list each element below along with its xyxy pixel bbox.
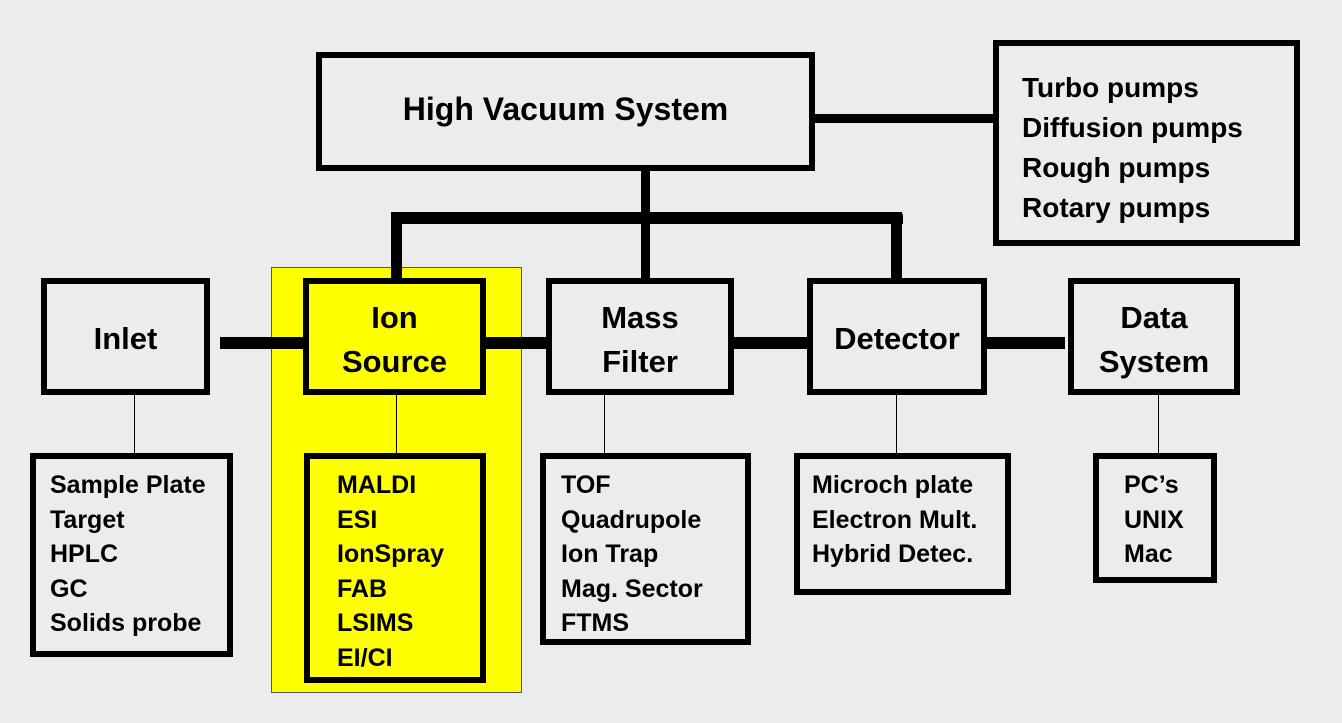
detector-list: Microch plate Electron Mult. Hybrid Dete… [812,468,977,572]
ion-source-to-list-connector [396,394,397,456]
detector-item: Hybrid Detec. [812,540,974,568]
mass-filter-list: TOF Quadrupole Ion Trap Mag. Sector FTMS [561,468,703,641]
vacuum-bus-connector [391,212,903,224]
mass-filter-box: Mass Filter [546,278,734,395]
ion-source-list: MALDI ESI IonSpray FAB LSIMS EI/CI [337,468,444,675]
vacuum-to-detector-connector [891,212,902,282]
pump-item: Rotary pumps [1022,192,1211,223]
ion-source-label-line2: Source [341,344,448,379]
mass-filter-item: FTMS [561,609,630,637]
data-system-item: UNIX [1124,505,1184,534]
vacuum-to-ion-source-connector [391,212,402,282]
high-vacuum-system-box: High Vacuum System [316,52,815,171]
inlet-list-box: Sample Plate Target HPLC GC Solids probe [30,453,233,657]
pump-item: Diffusion pumps [1022,112,1243,143]
detector-box: Detector [807,278,987,395]
inlet-label: Inlet [93,321,158,356]
ion-source-item: EI/CI [337,643,393,672]
pump-item: Turbo pumps [1022,72,1199,103]
ion-source-item: IonSpray [337,540,444,568]
mass-filter-list-box: TOF Quadrupole Ion Trap Mag. Sector FTMS [540,453,751,645]
ion-source-label-line1: Ion [371,300,418,335]
data-system-item: Mac [1124,540,1173,568]
detector-to-list-connector [896,394,897,456]
data-system-list-box: PC’s UNIX Mac [1093,453,1217,583]
data-system-box: Data System [1068,278,1240,395]
detector-item: Electron Mult. [812,505,978,534]
detector-list-box: Microch plate Electron Mult. Hybrid Dete… [794,453,1011,595]
data-system-item: PC’s [1124,471,1179,499]
ion-source-list-box: MALDI ESI IonSpray FAB LSIMS EI/CI [304,453,486,683]
ion-source-item: FAB [337,574,387,603]
mass-filter-item: Quadrupole [561,505,702,534]
data-system-to-list-connector [1158,394,1159,456]
inlet-item: Solids probe [50,609,202,637]
detector-label: Detector [834,321,960,356]
inlet-item: Target [50,505,125,534]
pumps-box: Turbo pumps Diffusion pumps Rough pumps … [993,40,1300,246]
inlet-item: GC [50,574,88,603]
mass-filter-item: Ion Trap [561,540,659,568]
mass-filter-label-line1: Mass [601,300,679,335]
vacuum-to-pumps-connector [810,114,1000,123]
pumps-list: Turbo pumps Diffusion pumps Rough pumps … [1022,68,1243,228]
ion-source-item: MALDI [337,471,417,499]
inlet-to-ion-source-connector [220,337,312,349]
high-vacuum-system-label: High Vacuum System [402,91,729,127]
ion-source-item: ESI [337,505,378,534]
mass-filter-to-list-connector [604,394,605,456]
mass-filter-label-line2: Filter [602,344,678,379]
data-system-list: PC’s UNIX Mac [1124,468,1184,572]
inlet-to-list-connector [134,394,135,456]
mass-filter-item: TOF [561,471,611,499]
pump-item: Rough pumps [1022,152,1211,183]
data-system-label-line1: Data [1120,300,1188,335]
data-system-label-line2: System [1098,344,1210,379]
inlet-list: Sample Plate Target HPLC GC Solids probe [50,468,206,641]
inlet-item: Sample Plate [50,471,206,499]
ion-source-item: LSIMS [337,609,414,637]
ion-source-box: Ion Source [303,278,486,395]
mass-filter-item: Mag. Sector [561,574,703,603]
inlet-item: HPLC [50,540,119,568]
vacuum-trunk-connector [641,166,650,282]
detector-item: Microch plate [812,471,974,499]
inlet-box: Inlet [41,278,210,395]
